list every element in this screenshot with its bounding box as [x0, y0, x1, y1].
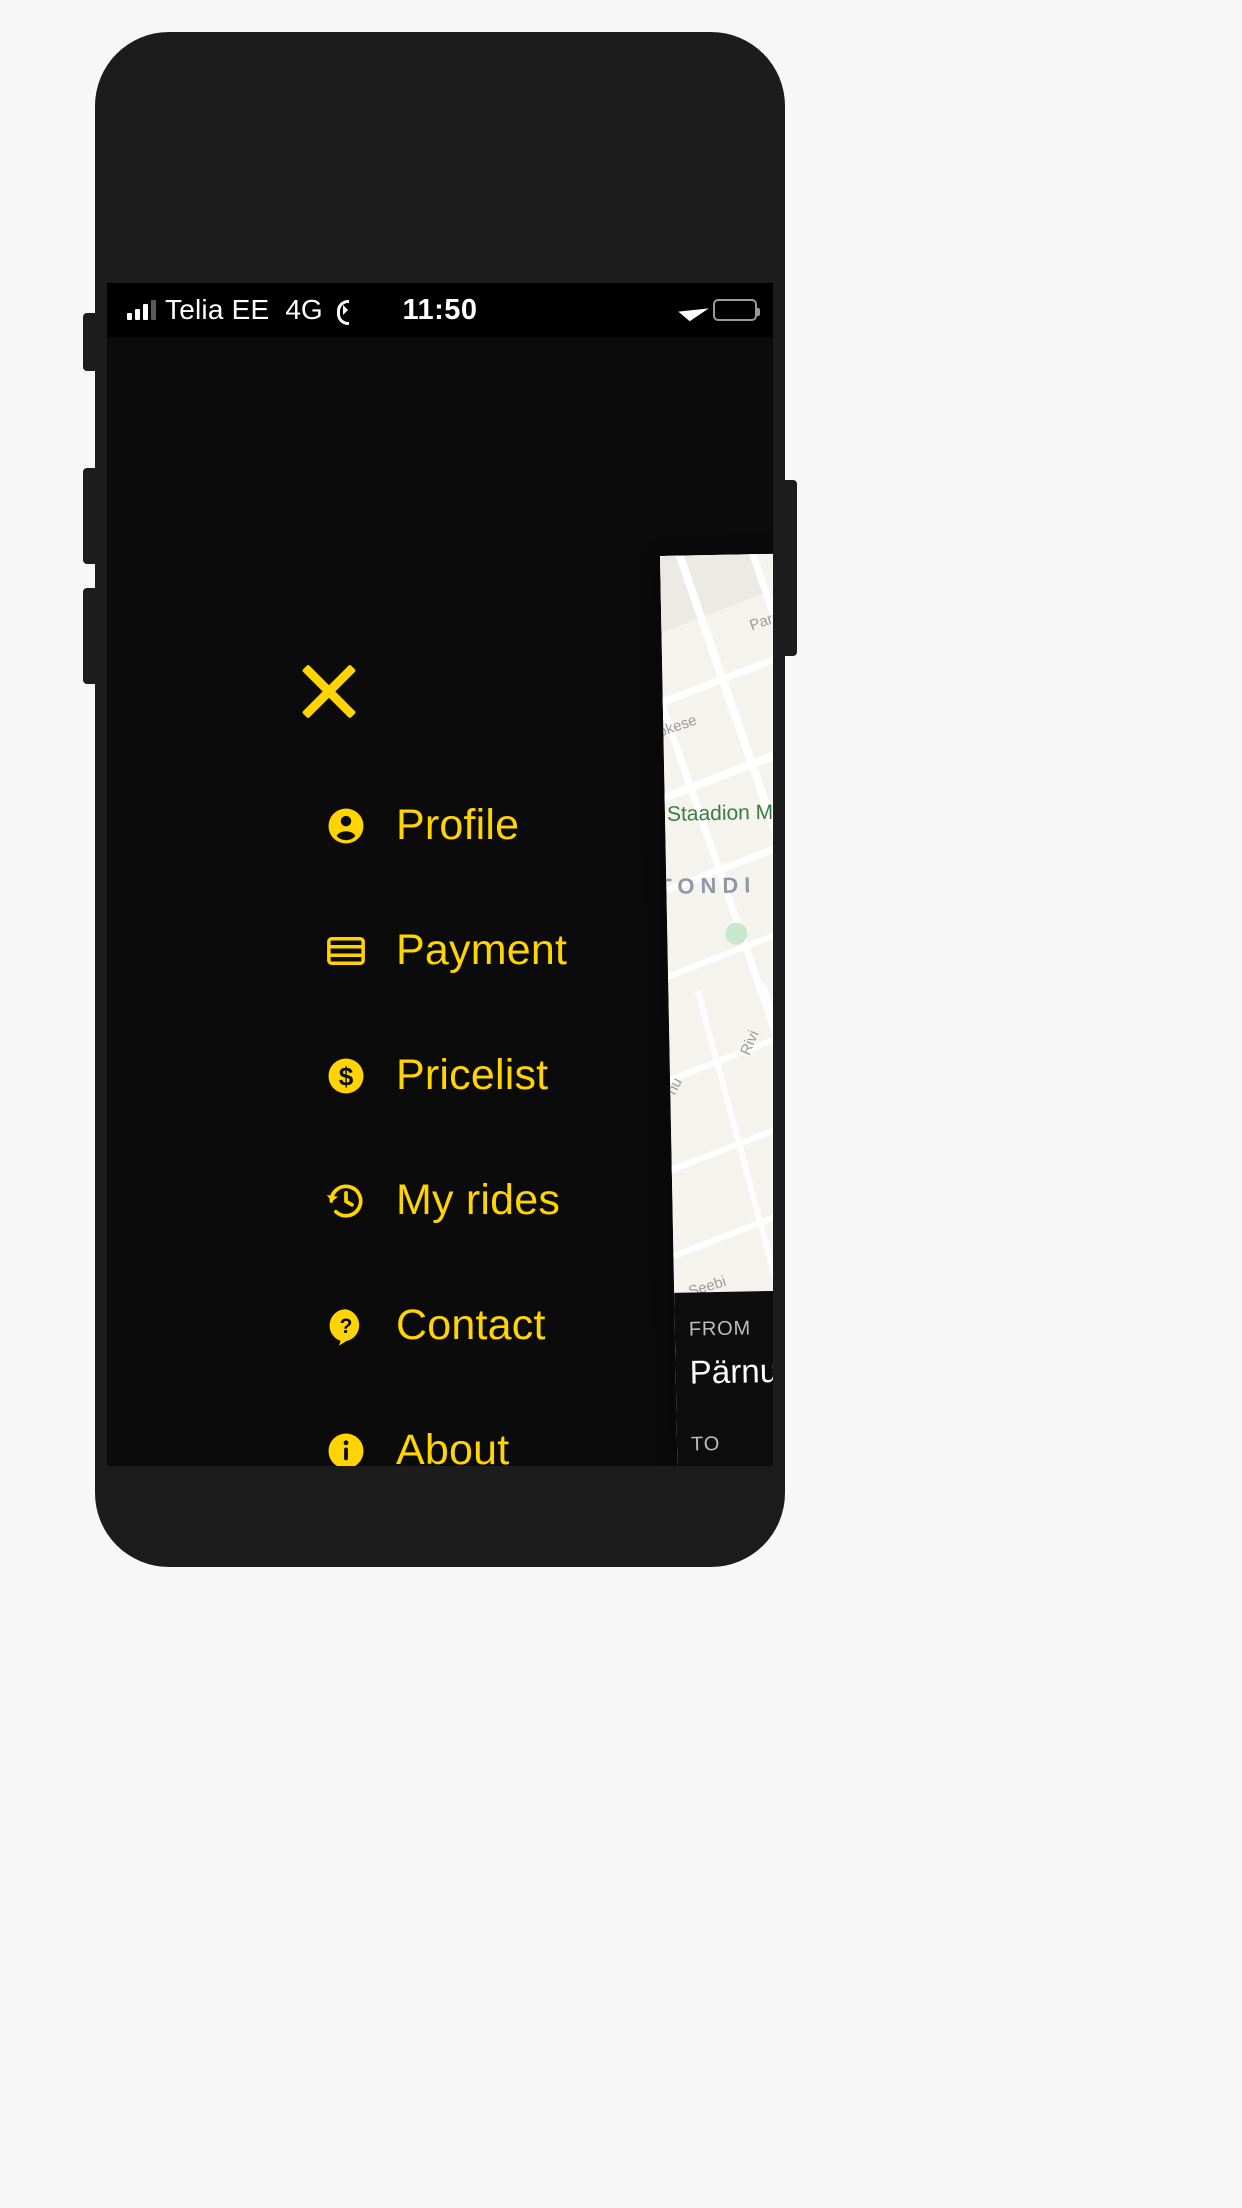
power-button[interactable]: [783, 480, 797, 656]
question-bubble-icon: ?: [325, 1305, 367, 1347]
menu-item-label: Pricelist: [396, 1051, 549, 1099]
menu-item-pricelist[interactable]: $ Pricelist: [107, 1013, 577, 1138]
close-x-icon[interactable]: [295, 656, 363, 724]
side-menu: Profile Payment $ Pricelist My rides ? C…: [107, 763, 577, 1466]
menu-item-about[interactable]: About: [107, 1388, 577, 1466]
status-bar-clock: 11:50: [402, 293, 478, 326]
map-preview-card[interactable]: Pardi Pardi Rähni Magdaleena okese Tondi…: [660, 548, 773, 1466]
to-block[interactable]: TO Choose destination: [691, 1426, 773, 1466]
map-street-label: nu: [663, 1075, 686, 1098]
battery-icon: [713, 299, 760, 321]
info-circle-icon: [325, 1430, 367, 1466]
menu-item-label: Profile: [396, 801, 520, 849]
status-bar-right: [678, 298, 760, 322]
map-surface[interactable]: Pardi Pardi Rähni Magdaleena okese Tondi…: [660, 548, 773, 1466]
from-block[interactable]: FROM Pärnu maantee 158a: [689, 1311, 773, 1392]
person-circle-icon: [325, 805, 367, 847]
dollar-circle-icon: $: [325, 1055, 367, 1097]
menu-item-contact[interactable]: ? Contact: [107, 1263, 577, 1388]
menu-item-label: Payment: [396, 926, 568, 974]
menu-item-profile[interactable]: Profile: [107, 763, 577, 888]
to-label: TO: [690, 1433, 721, 1456]
svg-text:$: $: [339, 1061, 354, 1091]
menu-item-label: Contact: [396, 1301, 546, 1349]
menu-item-payment[interactable]: Payment: [107, 888, 577, 1013]
from-value: Pärnu maantee 158a: [689, 1348, 773, 1391]
credit-card-icon: [325, 930, 367, 972]
to-value: Choose destination: [692, 1461, 773, 1466]
map-district-label: TONDI: [660, 872, 757, 900]
map-street-label: Pardi: [747, 606, 773, 635]
volume-down-button[interactable]: [83, 588, 97, 684]
silent-switch-button[interactable]: [83, 313, 97, 371]
status-bar: Telia EE 4G 11:50: [107, 283, 773, 337]
menu-item-my-rides[interactable]: My rides: [107, 1138, 577, 1263]
svg-text:?: ?: [340, 1315, 353, 1338]
from-label: FROM: [688, 1317, 752, 1341]
ride-booking-sheet: FROM Pärnu maantee 158a TO Choose destin…: [660, 1284, 773, 1466]
menu-item-label: About: [396, 1426, 510, 1466]
history-clock-icon: [325, 1180, 367, 1222]
menu-item-label: My rides: [396, 1176, 561, 1224]
volume-up-button[interactable]: [83, 468, 97, 564]
phone-screen: Telia EE 4G 11:50 Profile Payment $ Pric…: [107, 283, 773, 1466]
map-poi-label: Staadion MTÜ: [666, 800, 773, 826]
